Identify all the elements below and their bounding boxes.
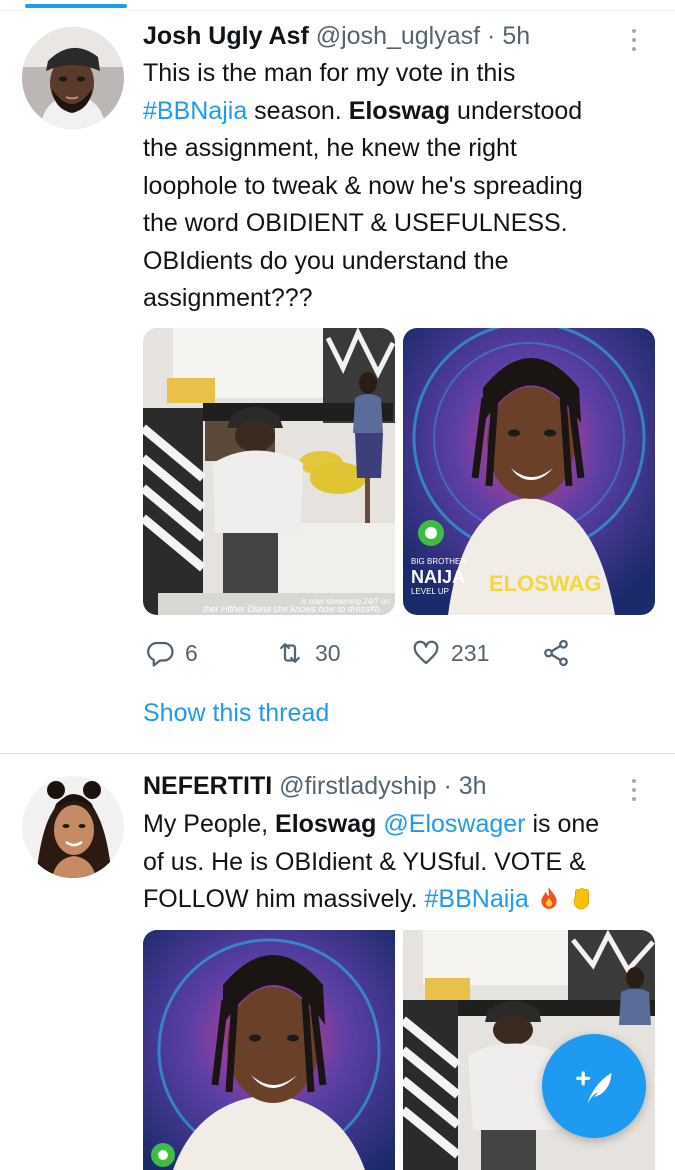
- text-line: assignment???: [143, 284, 313, 312]
- top-divider: [0, 10, 675, 11]
- text-span: season.: [247, 96, 349, 125]
- text-line: FOLLOW him massively. #BBNaija: [143, 881, 655, 919]
- tweet-header: NEFERTITI @firstladyship · 3h: [143, 772, 655, 806]
- tweet-media: ther Hither Diana she knows how to dress…: [143, 328, 655, 615]
- reply-icon: [147, 641, 174, 667]
- text-line: the word OBIDIENT & USEFULNESS.: [143, 209, 568, 237]
- brand-sub: LEVEL UP: [411, 587, 449, 596]
- hashtag-link[interactable]: #BBNajia: [143, 97, 247, 125]
- reply-button[interactable]: 6: [145, 633, 198, 673]
- compose-tweet-icon: [576, 1071, 612, 1104]
- share-icon: [544, 639, 568, 667]
- retweet-icon: [280, 643, 300, 663]
- bold-name: Eloswag: [275, 810, 377, 838]
- brand-main: NAIJA: [411, 567, 465, 587]
- tweet-text: This is the man for my vote in this #BBN…: [143, 55, 655, 318]
- display-name[interactable]: NEFERTITI: [143, 772, 272, 800]
- text-line: OBIdients do you understand the: [143, 246, 509, 275]
- text-line: of us. He is OBIdient & YUSful. VOTE &: [143, 847, 586, 876]
- compose-tweet-button[interactable]: [542, 1034, 646, 1138]
- text-span: is one: [525, 810, 600, 838]
- tweet-text: My People, Eloswag @Eloswager is one of …: [143, 806, 655, 919]
- display-name[interactable]: Josh Ugly Asf: [143, 22, 309, 50]
- active-tab-indicator: [25, 4, 127, 8]
- fire-emoji-icon: [541, 887, 557, 909]
- retweet-button[interactable]: 30: [275, 633, 341, 673]
- media-photo-store-room[interactable]: ther Hither Diana she knows how to dress…: [143, 328, 395, 615]
- text-line: loophole to tweak & now he's spreading: [143, 171, 583, 200]
- timestamp[interactable]: 5h: [502, 22, 530, 50]
- separator-dot: ·: [487, 22, 496, 50]
- heart-icon: [413, 640, 439, 665]
- reply-count: 6: [185, 639, 198, 666]
- avatar[interactable]: [22, 27, 124, 129]
- retweet-count: 30: [315, 639, 341, 666]
- text-line: #BBNajia season. Eloswag understood: [143, 93, 655, 131]
- user-handle[interactable]: @josh_uglyasf: [316, 22, 480, 50]
- bold-name: Eloswag: [348, 96, 451, 125]
- tweet[interactable]: Josh Ugly Asf @josh_uglyasf · 5h This is…: [0, 18, 675, 753]
- mention-link[interactable]: @Eloswager: [383, 810, 525, 838]
- more-options-icon[interactable]: [631, 29, 637, 55]
- hashtag-link[interactable]: #BBNaija: [425, 885, 529, 913]
- text-line: the assignment, he knew the right: [143, 134, 517, 162]
- text-line: This is the man for my vote in this: [143, 59, 516, 87]
- brand-top: BIG BROTHER: [411, 557, 466, 566]
- raised-fist-emoji-icon: [573, 887, 589, 910]
- media-caption-2: is now streaming 24/7 on: [301, 597, 390, 606]
- tweet-header: Josh Ugly Asf @josh_uglyasf · 5h: [143, 22, 655, 56]
- media-photo-eloswag[interactable]: BIG BROTHER NAIJA LEVEL UP ELOSWAG: [403, 328, 655, 615]
- tweet-actions: 6 30 231: [143, 633, 593, 673]
- show-thread-link[interactable]: Show this thread: [143, 699, 329, 728]
- text-line: My People, Eloswag @Eloswager is one: [143, 806, 655, 844]
- more-options-icon[interactable]: [631, 779, 637, 805]
- text-span: understood: [450, 96, 583, 125]
- timestamp[interactable]: 3h: [459, 772, 487, 800]
- text-span: My People,: [143, 810, 276, 838]
- tweet-divider: [0, 753, 675, 754]
- share-button[interactable]: [541, 633, 571, 673]
- like-button[interactable]: 231: [411, 633, 489, 673]
- avatar[interactable]: [22, 776, 124, 878]
- user-handle[interactable]: @firstladyship: [279, 772, 436, 800]
- separator-dot: ·: [443, 772, 452, 800]
- like-count: 231: [451, 639, 490, 666]
- media-photo-eloswag[interactable]: [143, 930, 395, 1170]
- contestant-name: ELOSWAG: [489, 571, 601, 596]
- text-span: FOLLOW him massively.: [143, 885, 425, 913]
